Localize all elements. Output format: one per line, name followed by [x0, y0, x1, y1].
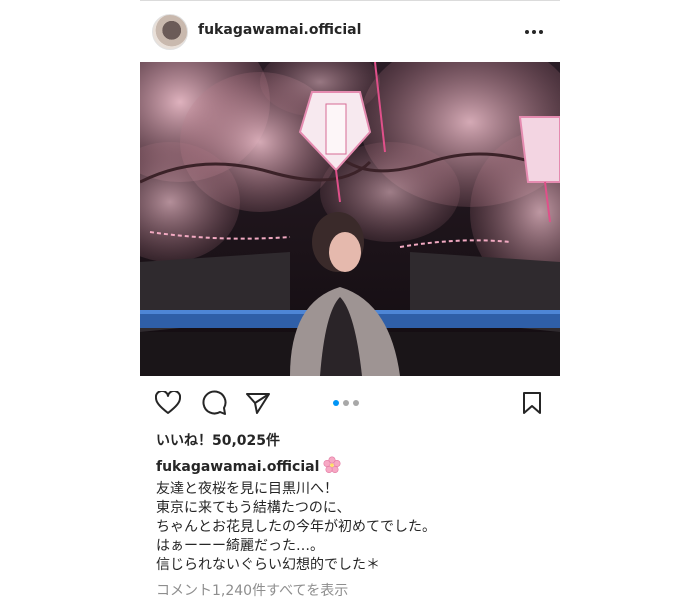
heart-icon	[155, 391, 181, 414]
post-photo[interactable]	[140, 62, 560, 376]
caption: fukagawamai.official 友達と夜桜を見に目黒川へ！ 東京に来て…	[156, 456, 546, 575]
comment-button[interactable]	[198, 387, 230, 419]
caption-line: 信じられないぐらい幻想的でした＊	[156, 557, 380, 573]
caption-line: ちゃんとお花見したの今年が初めてでした。	[156, 519, 436, 535]
carousel-dot-3[interactable]	[353, 400, 359, 406]
post-username[interactable]: fukagawamai.official	[198, 22, 361, 38]
comment-icon	[202, 390, 227, 415]
more-horizontal-icon	[525, 30, 543, 34]
top-divider	[140, 0, 560, 1]
caption-line: 友達と夜桜を見に目黒川へ！	[156, 481, 338, 497]
bookmark-icon	[523, 392, 541, 414]
carousel-indicator	[333, 400, 359, 406]
like-button[interactable]	[152, 387, 184, 419]
view-all-comments-link[interactable]: コメント1,240件すべてを表示	[156, 580, 348, 600]
cherry-blossom-icon	[323, 456, 341, 480]
caption-username[interactable]: fukagawamai.official	[156, 459, 319, 475]
post-header: fukagawamai.official	[140, 12, 560, 52]
carousel-dot-2[interactable]	[343, 400, 349, 406]
paper-plane-icon	[246, 393, 270, 414]
save-button[interactable]	[516, 387, 548, 419]
likes-count[interactable]: いいね！50,025件	[156, 430, 280, 450]
avatar[interactable]	[152, 14, 188, 50]
cherry-blossom-night-photo	[140, 62, 560, 376]
carousel-dot-1[interactable]	[333, 400, 339, 406]
share-button[interactable]	[242, 387, 274, 419]
more-options-button[interactable]	[520, 18, 548, 46]
caption-line: 東京に来てもう結構たつのに、	[156, 500, 351, 516]
caption-line: はぁーーー綺麗だった…。	[156, 538, 324, 554]
post-actions	[140, 385, 560, 421]
